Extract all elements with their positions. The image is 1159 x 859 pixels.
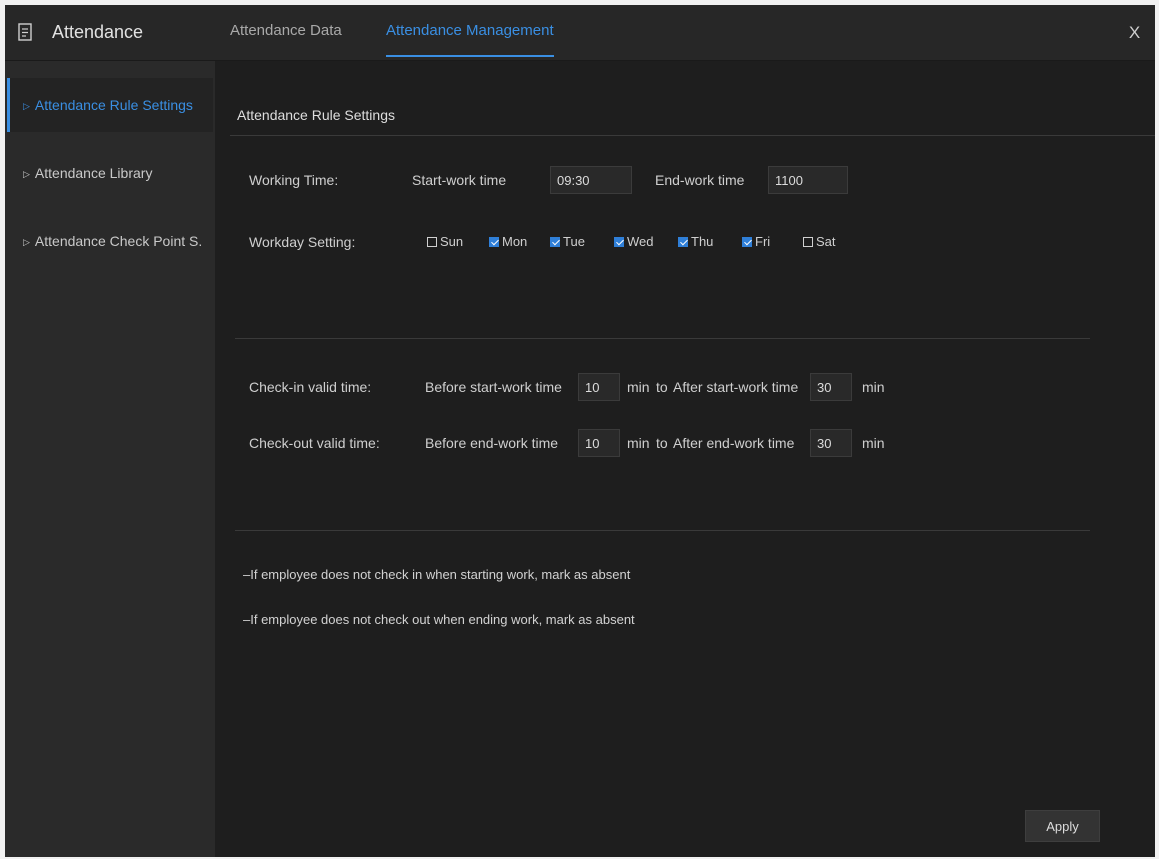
workday-thu[interactable]: Thu — [678, 232, 713, 252]
tab-attendance-data[interactable]: Attendance Data — [230, 5, 342, 57]
check-out-after-label: After end-work time — [673, 435, 795, 451]
triangle-right-icon — [23, 216, 30, 268]
check-in-after-input[interactable] — [810, 373, 852, 401]
check-in-after-label: After start-work time — [673, 379, 799, 395]
start-work-time-label: Start-work time — [412, 172, 507, 188]
triangle-right-icon — [23, 80, 30, 132]
checkbox-label: Tue — [563, 234, 585, 249]
workday-tue[interactable]: Tue — [550, 232, 585, 252]
checkbox-label: Sat — [816, 234, 836, 249]
app-title: Attendance — [52, 22, 144, 42]
sidebar-item-attendance-rule-settings[interactable]: Attendance Rule Settings — [7, 78, 213, 132]
check-out-before-label: Before end-work time — [425, 435, 559, 451]
checkbox-fri[interactable] — [742, 237, 752, 247]
end-work-time-label: End-work time — [655, 172, 745, 188]
checkbox-label: Thu — [691, 234, 714, 249]
check-out-valid-time-label: Check-out valid time: — [249, 435, 380, 451]
note-check-in-absent: –If employee does not check in when star… — [243, 567, 631, 582]
unit-label: min — [862, 435, 885, 451]
to-label: to — [656, 435, 668, 451]
workday-setting-label: Workday Setting: — [249, 234, 356, 250]
document-icon — [18, 23, 32, 41]
workday-sat[interactable]: Sat — [803, 232, 836, 252]
section-divider — [235, 338, 1090, 339]
checkbox-sat[interactable] — [803, 237, 813, 247]
sidebar-item-label: Attendance Check Point S. — [34, 233, 203, 249]
header-divider — [230, 135, 1155, 136]
check-in-valid-time-label: Check-in valid time: — [249, 379, 372, 395]
checkbox-label: Fri — [755, 234, 771, 249]
main-panel: Attendance Rule Settings Working Time: S… — [215, 61, 1155, 857]
apply-button[interactable]: Apply — [1025, 810, 1100, 842]
workday-sun[interactable]: Sun — [427, 232, 463, 252]
sidebar-item-label: Attendance Library — [34, 165, 153, 181]
sidebar-item-label: Attendance Rule Settings — [34, 97, 193, 113]
checkbox-mon[interactable] — [489, 237, 499, 247]
checkbox-tue[interactable] — [550, 237, 560, 247]
checkbox-thu[interactable] — [678, 237, 688, 247]
checkbox-wed[interactable] — [614, 237, 624, 247]
workday-mon[interactable]: Mon — [489, 232, 527, 252]
start-work-time-input[interactable] — [550, 166, 632, 194]
attendance-window: Attendance Attendance Data Attendance Ma… — [5, 5, 1155, 857]
check-in-before-input[interactable] — [578, 373, 620, 401]
check-out-before-input[interactable] — [578, 429, 620, 457]
triangle-right-icon — [23, 148, 30, 200]
to-label: to — [656, 379, 668, 395]
sidebar-item-attendance-library[interactable]: Attendance Library — [7, 146, 213, 200]
unit-label: min — [627, 435, 650, 451]
title-bar: Attendance Attendance Data Attendance Ma… — [5, 5, 1155, 61]
section-title: Attendance Rule Settings — [237, 107, 395, 123]
note-check-out-absent: –If employee does not check out when end… — [243, 612, 635, 627]
workday-fri[interactable]: Fri — [742, 232, 770, 252]
check-in-before-label: Before start-work time — [425, 379, 562, 395]
close-button[interactable]: X — [1122, 5, 1147, 60]
end-work-time-input[interactable] — [768, 166, 848, 194]
sidebar: Attendance Rule Settings Attendance Libr… — [5, 61, 215, 857]
checkbox-label: Wed — [627, 234, 654, 249]
workday-wed[interactable]: Wed — [614, 232, 654, 252]
check-out-after-input[interactable] — [810, 429, 852, 457]
unit-label: min — [862, 379, 885, 395]
sidebar-item-attendance-check-point[interactable]: Attendance Check Point S. — [7, 214, 213, 268]
tab-attendance-management[interactable]: Attendance Management — [386, 5, 554, 57]
checkbox-label: Mon — [502, 234, 528, 249]
checkbox-sun[interactable] — [427, 237, 437, 247]
section-divider — [235, 530, 1090, 531]
checkbox-label: Sun — [440, 234, 464, 249]
working-time-label: Working Time: — [249, 172, 339, 188]
unit-label: min — [627, 379, 650, 395]
